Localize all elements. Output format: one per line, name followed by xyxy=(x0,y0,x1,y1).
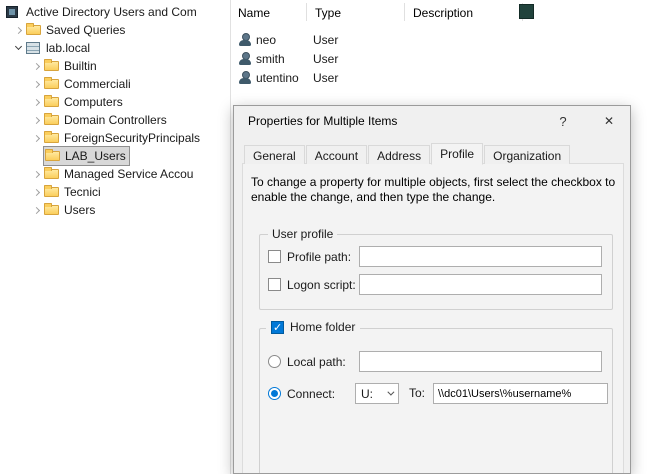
tree-item-label: LAB_Users xyxy=(65,149,126,163)
properties-dialog: Properties for Multiple Items ? ✕ Genera… xyxy=(233,105,631,474)
dialog-title: Properties for Multiple Items xyxy=(248,114,397,128)
column-separator[interactable] xyxy=(306,3,307,21)
chevron-right-icon[interactable] xyxy=(30,203,44,217)
tab-account[interactable]: Account xyxy=(306,145,367,164)
profile-path-input[interactable] xyxy=(359,246,602,267)
folder-icon xyxy=(44,77,60,91)
chevron-down-icon xyxy=(387,389,394,396)
domain-icon xyxy=(26,41,42,55)
dialog-titlebar[interactable]: Properties for Multiple Items ? ✕ xyxy=(234,106,630,136)
tree-item-label: Active Directory Users and Com xyxy=(26,5,197,19)
tree-item-builtin[interactable]: Builtin xyxy=(0,57,230,75)
console-root-icon xyxy=(6,5,22,19)
tree-item-commerciali[interactable]: Commerciali xyxy=(0,75,230,93)
intro-text-line2: enable the change, and then type the cha… xyxy=(251,190,495,204)
tab-general[interactable]: General xyxy=(244,145,305,164)
local-path-input[interactable] xyxy=(359,351,602,372)
folder-icon xyxy=(44,203,60,217)
tree-item-label: Domain Controllers xyxy=(64,113,167,127)
folder-icon xyxy=(44,95,60,109)
user-icon xyxy=(238,51,252,66)
drive-letter-select[interactable]: U: xyxy=(355,383,399,404)
console-pane-icon xyxy=(519,4,534,19)
tree-item-tecnici[interactable]: Tecnici xyxy=(0,183,230,201)
chevron-right-icon[interactable] xyxy=(12,23,26,37)
tree-item-domain-controllers[interactable]: Domain Controllers xyxy=(0,111,230,129)
help-button[interactable]: ? xyxy=(548,106,578,136)
tree-item-managed-service-accounts[interactable]: Managed Service Accou xyxy=(0,165,230,183)
folder-icon xyxy=(26,23,42,37)
tree-item-label: Commerciali xyxy=(64,77,131,91)
chevron-right-icon[interactable] xyxy=(30,59,44,73)
chevron-right-icon[interactable] xyxy=(30,77,44,91)
user-icon xyxy=(238,70,252,85)
tree-item-label: Managed Service Accou xyxy=(64,167,193,181)
connect-path-input[interactable] xyxy=(433,383,608,404)
folder-icon xyxy=(44,167,60,181)
list-header: Name Type Description xyxy=(231,0,656,26)
column-header-type[interactable]: Type xyxy=(315,6,341,20)
chevron-right-icon[interactable] xyxy=(30,167,44,181)
user-profile-group: User profile Profile path: Logon script: xyxy=(259,234,613,310)
tab-organization[interactable]: Organization xyxy=(484,145,570,164)
user-icon xyxy=(238,32,252,47)
user-name: neo xyxy=(256,33,313,47)
tree-item-label: Users xyxy=(64,203,95,217)
user-type: User xyxy=(313,71,338,85)
tree-item-label: lab.local xyxy=(46,41,90,55)
chevron-right-icon[interactable] xyxy=(30,185,44,199)
tree-item-computers[interactable]: Computers xyxy=(0,93,230,111)
tree-item-label: Computers xyxy=(64,95,123,109)
console-tree: Active Directory Users and Com Saved Que… xyxy=(0,0,230,474)
chevron-right-icon[interactable] xyxy=(30,113,44,127)
to-label: To: xyxy=(409,386,425,400)
folder-icon xyxy=(44,185,60,199)
column-separator[interactable] xyxy=(404,3,405,21)
chevron-down-icon[interactable] xyxy=(12,41,26,55)
user-name: smith xyxy=(256,52,313,66)
tab-strip: General Account Address Profile Organiza… xyxy=(244,142,571,164)
tab-profile[interactable]: Profile xyxy=(431,143,483,165)
user-type: User xyxy=(313,52,338,66)
user-type: User xyxy=(313,33,338,47)
close-icon[interactable]: ✕ xyxy=(594,106,624,136)
home-folder-label: Home folder xyxy=(290,320,355,334)
folder-icon xyxy=(45,149,61,163)
folder-icon xyxy=(44,59,60,73)
folder-icon xyxy=(44,131,60,145)
list-item-neo[interactable]: neo User xyxy=(231,30,531,49)
tree-item-label: Builtin xyxy=(64,59,97,73)
chevron-right-icon[interactable] xyxy=(30,95,44,109)
column-header-description[interactable]: Description xyxy=(413,6,473,20)
column-header-name[interactable]: Name xyxy=(238,6,270,20)
tree-item-root[interactable]: Active Directory Users and Com xyxy=(0,3,230,21)
object-list: Name Type Description neo User smith Use… xyxy=(231,0,656,105)
home-folder-checkbox[interactable] xyxy=(271,321,284,334)
drive-letter-value: U: xyxy=(361,387,373,401)
tree-item-lab-local[interactable]: lab.local xyxy=(0,39,230,57)
tree-item-label: Saved Queries xyxy=(46,23,125,37)
profile-tab-page: To change a property for multiple object… xyxy=(242,163,624,474)
folder-icon xyxy=(44,113,60,127)
tree-item-label: ForeignSecurityPrincipals xyxy=(64,131,200,145)
chevron-spacer xyxy=(30,149,44,163)
list-item-smith[interactable]: smith User xyxy=(231,49,531,68)
home-folder-group: Home folder Local path: Connect: U: xyxy=(259,328,613,474)
user-name: utentino xyxy=(256,71,313,85)
list-item-utentino[interactable]: utentino User xyxy=(231,68,531,87)
tree-item-users[interactable]: Users xyxy=(0,201,230,219)
intro-text-line1: To change a property for multiple object… xyxy=(251,175,615,189)
tree-item-label: Tecnici xyxy=(64,185,101,199)
user-profile-group-label: User profile xyxy=(268,227,337,241)
logon-script-input[interactable] xyxy=(359,274,602,295)
chevron-right-icon[interactable] xyxy=(30,131,44,145)
aduc-window: Active Directory Users and Com Saved Que… xyxy=(0,0,656,474)
tree-item-saved-queries[interactable]: Saved Queries xyxy=(0,21,230,39)
tree-item-lab-users[interactable]: LAB_Users xyxy=(0,147,230,165)
tree-item-foreign-security-principals[interactable]: ForeignSecurityPrincipals xyxy=(0,129,230,147)
tab-address[interactable]: Address xyxy=(368,145,430,164)
